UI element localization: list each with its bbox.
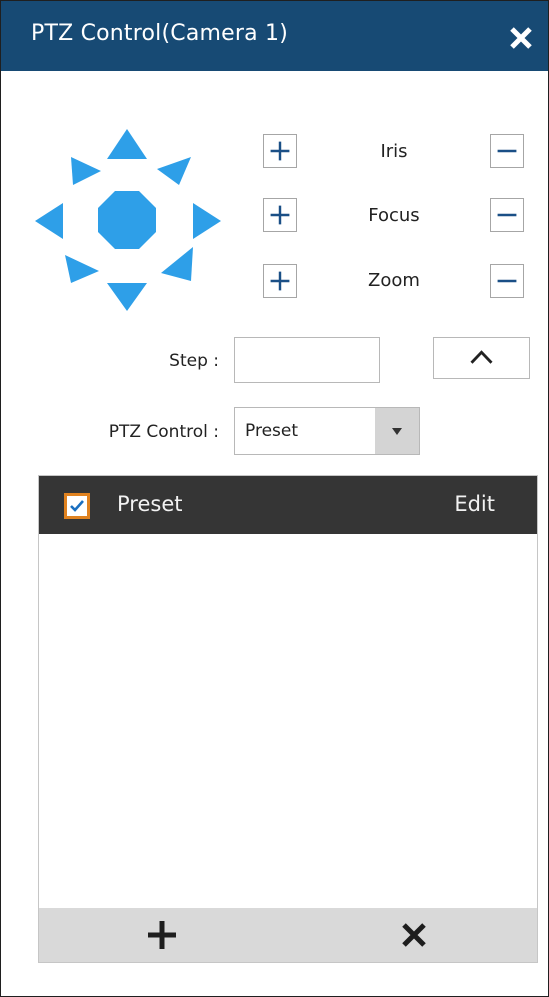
title-bar: PTZ Control(Camera 1) (1, 1, 548, 71)
preset-list-header: Preset Edit (39, 476, 537, 534)
ptz-direction-pad (31, 121, 231, 316)
focus-decrease-button[interactable] (490, 198, 524, 232)
preset-list-body (39, 534, 537, 908)
check-icon (70, 500, 84, 512)
pan-up-right-button[interactable] (157, 157, 191, 185)
window-title: PTZ Control(Camera 1) (31, 21, 288, 46)
zoom-decrease-button[interactable] (490, 264, 524, 298)
close-button[interactable] (506, 23, 536, 53)
ptz-center-button[interactable] (98, 191, 156, 249)
preset-column-header: Preset (117, 492, 183, 516)
pan-up-button[interactable] (107, 129, 147, 159)
ptz-control-label: PTZ Control : (108, 422, 219, 442)
minus-icon (497, 213, 517, 217)
delete-preset-button[interactable] (397, 918, 431, 952)
ptz-control-window: PTZ Control(Camera 1) Iris Focus Zoom St… (0, 0, 549, 997)
pan-up-left-button[interactable] (71, 157, 101, 185)
iris-increase-button[interactable] (263, 134, 297, 168)
plus-icon (148, 921, 176, 949)
pan-down-left-button[interactable] (65, 255, 99, 283)
pan-right-button[interactable] (193, 203, 221, 239)
pan-down-right-button[interactable] (161, 247, 193, 281)
close-icon (510, 27, 532, 49)
plus-icon (270, 141, 290, 161)
zoom-increase-button[interactable] (263, 264, 297, 298)
iris-decrease-button[interactable] (490, 134, 524, 168)
plus-icon (270, 271, 290, 291)
plus-icon (270, 205, 290, 225)
iris-label: Iris (380, 141, 408, 162)
chevron-up-icon (470, 350, 493, 364)
close-icon (402, 923, 426, 947)
pan-down-button[interactable] (107, 283, 147, 311)
add-preset-button[interactable] (145, 918, 179, 952)
pan-left-button[interactable] (35, 203, 63, 239)
step-input[interactable] (234, 337, 380, 383)
zoom-label: Zoom (368, 270, 420, 291)
caret-down-icon (392, 428, 402, 435)
dropdown-toggle[interactable] (375, 408, 419, 454)
focus-label: Focus (368, 205, 420, 226)
ptz-control-selected-value: Preset (245, 421, 299, 441)
minus-icon (497, 149, 517, 153)
edit-column-header: Edit (454, 492, 495, 516)
step-label: Step : (169, 351, 219, 371)
collapse-button[interactable] (433, 337, 530, 379)
focus-increase-button[interactable] (263, 198, 297, 232)
ptz-control-select[interactable]: Preset (234, 407, 420, 455)
preset-list: Preset Edit (38, 475, 538, 963)
minus-icon (497, 279, 517, 283)
preset-list-footer (39, 908, 537, 962)
select-all-checkbox[interactable] (64, 493, 90, 519)
